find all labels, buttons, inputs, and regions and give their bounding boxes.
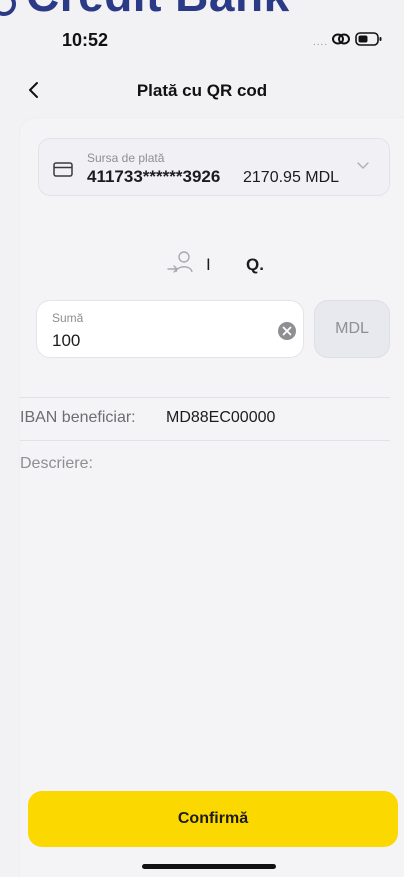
recipient-initial-last: Q. <box>246 255 264 274</box>
battery-icon <box>355 32 382 46</box>
status-bar: 10:52 .... <box>0 0 404 70</box>
chevron-down-icon <box>357 162 369 170</box>
payment-source-selector[interactable]: Sursa de plată 411733******3926 2170.95 … <box>38 138 390 196</box>
link-icon <box>332 33 350 45</box>
page-title: Plată cu QR cod <box>136 81 268 100</box>
phone-screen: Credit Bank 10:52 .... Plată cu QR cod S… <box>0 0 404 877</box>
divider <box>20 440 390 441</box>
description-field[interactable]: Descriere: <box>20 455 93 473</box>
recipient-initial-first: I <box>206 255 211 274</box>
card-balance: 2170.95 MDL <box>243 169 340 186</box>
form-sheet <box>20 118 404 877</box>
amount-label: Sumă <box>52 311 84 325</box>
nav-bar: Plată cu QR cod <box>0 72 404 112</box>
home-indicator <box>142 864 276 869</box>
card-number: 411733******3926 <box>87 167 221 186</box>
iban-row: IBAN beneficiar: MD88EC00000 <box>0 398 404 440</box>
status-time: 10:52 <box>62 30 109 50</box>
credit-card-icon <box>53 162 73 177</box>
confirm-button[interactable]: Confirmă <box>28 791 398 847</box>
iban-label: IBAN beneficiar: <box>20 409 136 426</box>
amount-value[interactable]: 100 <box>52 331 80 351</box>
signal-dots: .... <box>313 37 329 48</box>
payment-source-label: Sursa de plată <box>87 151 165 165</box>
person-transfer-icon <box>167 251 193 273</box>
currency-selector[interactable]: MDL <box>314 300 390 358</box>
amount-input[interactable]: Sumă 100 <box>36 300 304 358</box>
iban-value: MD88EC00000 <box>166 409 276 426</box>
clear-icon[interactable] <box>277 321 297 341</box>
